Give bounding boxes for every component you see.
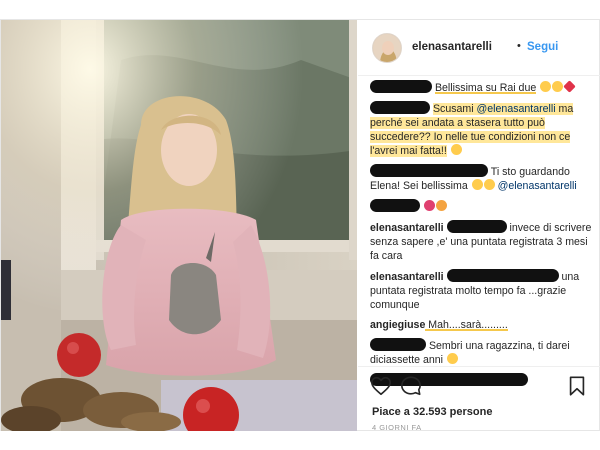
save-button[interactable] [566, 375, 588, 397]
mention-link[interactable]: @elenasantarelli [476, 103, 556, 115]
redacted-mention [446, 269, 559, 282]
comment-username[interactable]: angiegiuse [370, 319, 425, 331]
post-actions: Piace a 32.593 persone 4 GIORNI FA [358, 366, 600, 432]
comment-button[interactable] [400, 375, 422, 397]
redacted-username [370, 199, 420, 212]
photo-illustration [1, 20, 357, 431]
comment-item [370, 199, 596, 214]
comment-list: Bellissima su Rai due Scusami @elenasant… [370, 80, 596, 394]
smiling-face-icon [446, 353, 458, 364]
party-popper-icon [435, 200, 447, 211]
comment-text: Bellissima su Rai due [434, 82, 537, 94]
comment-icon [401, 376, 421, 396]
comment-item: Bellissima su Rai due [370, 80, 596, 95]
red-heart-icon [563, 80, 576, 93]
comment-username[interactable]: elenasantarelli [370, 271, 444, 283]
redacted-username [370, 164, 488, 177]
username[interactable]: elenasantarelli [412, 41, 492, 53]
comment-item: elenasantarelli una puntata registrata m… [370, 269, 596, 312]
post-header: elenasantarelli • Segui [358, 20, 600, 76]
heart-eyes-icon [552, 81, 564, 92]
comment-item: Scusami @elenasantarelli ma perché sei a… [370, 101, 596, 158]
post-photo[interactable] [1, 20, 357, 431]
likes-count[interactable]: Piace a 32.593 persone [372, 406, 492, 418]
smiling-face-icon [540, 81, 552, 92]
avatar[interactable] [372, 33, 402, 63]
redacted-username [370, 80, 432, 93]
grinning-face-icon [471, 179, 483, 190]
follow-button[interactable]: Segui [527, 41, 558, 53]
comment-username[interactable]: elenasantarelli [370, 222, 444, 234]
comment-item: Ti sto guardando Elena! Sei bellissima @… [370, 164, 596, 193]
redacted-mention [446, 220, 507, 233]
like-button[interactable] [370, 375, 392, 397]
redacted-username [370, 101, 430, 114]
worried-face-icon [450, 144, 462, 155]
comment-text: Scusami [432, 103, 477, 115]
comment-text: Mah....sarà......... [425, 319, 508, 331]
post-timestamp: 4 GIORNI FA [372, 423, 422, 432]
comment-item: Sembri una ragazzina, ti darei diciasset… [370, 338, 596, 367]
bookmark-icon [569, 376, 585, 396]
redacted-username [370, 338, 426, 351]
smiling-face-icon [483, 179, 495, 190]
post-side-panel: elenasantarelli • Segui Bellissima su Ra… [358, 20, 600, 432]
kiss-mark-icon [423, 200, 435, 211]
comment-item: elenasantarelli invece di scrivere senza… [370, 220, 596, 263]
instagram-post: elenasantarelli • Segui Bellissima su Ra… [0, 19, 600, 432]
mention-link[interactable]: @elenasantarelli [498, 180, 577, 192]
heart-icon [371, 376, 391, 396]
comment-item: angiegiuse Mah....sarà......... [370, 318, 596, 332]
separator-dot: • [517, 40, 521, 52]
avatar-image [373, 34, 401, 62]
